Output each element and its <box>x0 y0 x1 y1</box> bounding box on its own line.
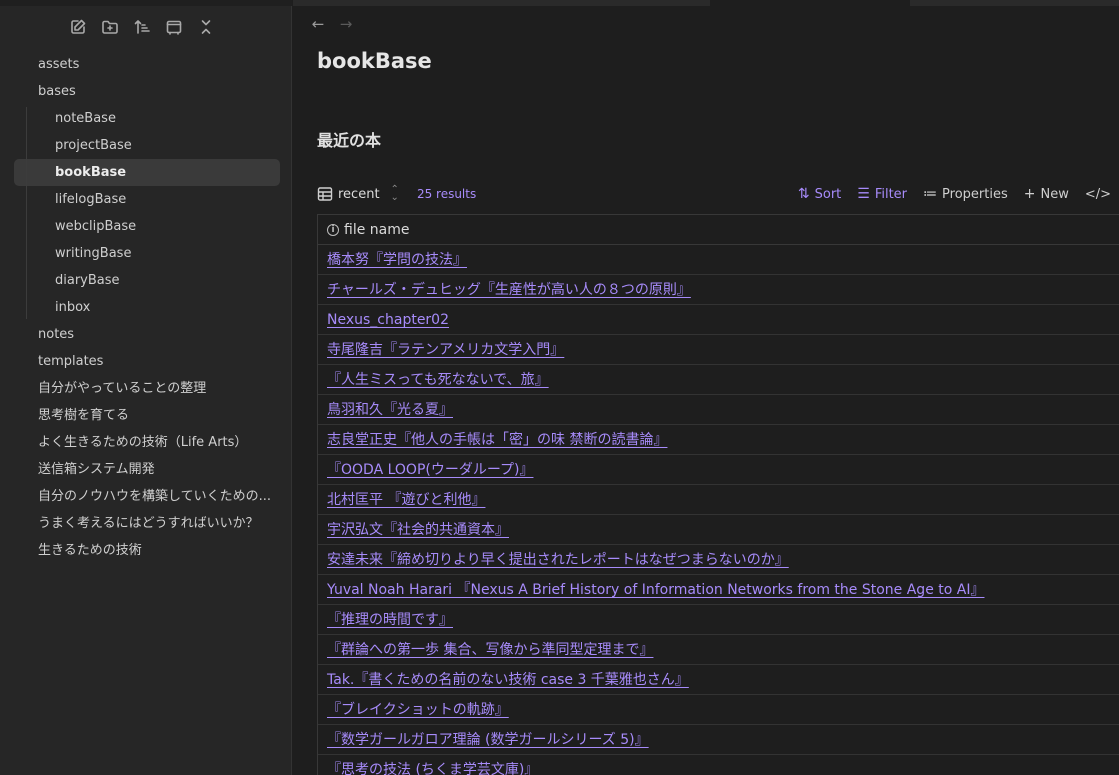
table-row: 鳥羽和久『光る夏』 <box>318 395 1119 425</box>
file-writingbase[interactable]: writingBase <box>14 240 280 267</box>
file-link[interactable]: 『ブレイクショットの軌跡』 <box>327 702 509 718</box>
navigation-buttons: ← → <box>309 14 355 34</box>
file-link[interactable]: Nexus_chapter02 <box>327 312 449 328</box>
results-table: i file name 橋本努『学問の技法』 チャールズ・デュヒッグ『生産性が高… <box>317 214 1119 775</box>
app-window: assets bases noteBase projectBase bookBa… <box>0 0 1119 775</box>
tree-indent-guide <box>26 107 27 319</box>
file-link[interactable]: 『数学ガールガロア理論 (数学ガールシリーズ 5)』 <box>327 732 649 748</box>
forward-arrow-icon[interactable]: → <box>337 14 355 34</box>
back-arrow-icon[interactable]: ← <box>309 14 327 34</box>
code-view-button[interactable]: </> <box>1085 187 1111 202</box>
file-link[interactable]: 北村匡平 『遊びと利他』 <box>327 492 485 508</box>
table-row: Tak.『書くための名前のない技術 case 3 千葉雅也さん』 <box>318 665 1119 695</box>
table-row: 『群論への第一歩 集合、写像から準同型定理まで』 <box>318 635 1119 665</box>
file-link[interactable]: 寺尾隆吉『ラテンアメリカ文学入門』 <box>327 342 564 358</box>
table-row: 『人生ミスっても死なないで、旅』 <box>318 365 1119 395</box>
file-link[interactable]: 鳥羽和久『光る夏』 <box>327 402 453 418</box>
tree-item[interactable]: 思考樹を育てる <box>14 402 280 429</box>
result-count: 25 results <box>416 187 477 201</box>
view-selector[interactable]: recent ⌃ ⌄ <box>317 184 399 203</box>
table-icon <box>317 187 333 201</box>
tree-item[interactable]: 生きるための技術 <box>14 537 280 564</box>
file-lifelogbase[interactable]: lifelogBase <box>14 186 280 213</box>
sort-label: Sort <box>814 186 842 202</box>
base-toolbar-actions: ⇅ Sort ☰ Filter ≔ Properties + New </> <box>798 182 1111 206</box>
column-header-label: file name <box>344 221 410 238</box>
filter-button[interactable]: ☰ Filter <box>857 186 907 202</box>
list-icon: ≔ <box>923 186 938 202</box>
table-row: 『OODA LOOP(ウーダループ)』 <box>318 455 1119 485</box>
new-note-icon[interactable] <box>66 15 90 39</box>
file-tree: assets bases noteBase projectBase bookBa… <box>14 51 280 564</box>
filter-label: Filter <box>874 186 908 202</box>
code-icon: </> <box>1084 186 1111 202</box>
table-row: 『ブレイクショットの軌跡』 <box>318 695 1119 725</box>
folder-templates[interactable]: templates <box>14 348 280 375</box>
file-projectbase[interactable]: projectBase <box>14 132 280 159</box>
folder-assets[interactable]: assets <box>14 51 280 78</box>
sort-button[interactable]: ⇅ Sort <box>798 186 841 202</box>
collapse-view-icon[interactable] <box>162 15 186 39</box>
properties-button[interactable]: ≔ Properties <box>923 186 1008 202</box>
info-icon: i <box>327 223 339 236</box>
tree-item[interactable]: 送信箱システム開発 <box>14 456 280 483</box>
table-row: 志良堂正史『他人の手帳は「密」の味 禁断の読書論』 <box>318 425 1119 455</box>
file-notebase[interactable]: noteBase <box>14 105 280 132</box>
file-link[interactable]: 志良堂正史『他人の手帳は「密」の味 禁断の読書論』 <box>327 432 667 448</box>
table-row: 北村匡平 『遊びと利他』 <box>318 485 1119 515</box>
view-name: recent <box>338 186 380 202</box>
filter-icon: ☰ <box>857 186 870 202</box>
file-link[interactable]: 『推理の時間です』 <box>327 612 453 628</box>
sort-icon[interactable] <box>130 15 154 39</box>
file-webclipbase[interactable]: webclipBase <box>14 213 280 240</box>
base-toolbar: recent ⌃ ⌄ 25 results ⇅ Sort ☰ Filter ≔ P… <box>317 182 1119 206</box>
sidebar-toolbar <box>66 15 218 39</box>
file-link[interactable]: 安達未来『締め切りより早く提出されたレポートはなぜつまらないのか』 <box>327 552 789 568</box>
file-link[interactable]: 宇沢弘文『社会的共通資本』 <box>327 522 509 538</box>
file-link[interactable]: 『OODA LOOP(ウーダループ)』 <box>327 462 533 478</box>
tree-item[interactable]: 自分がやっていることの整理 <box>14 375 280 402</box>
sort-arrows-icon: ⇅ <box>797 186 810 202</box>
table-row: 『推理の時間です』 <box>318 605 1119 635</box>
file-link[interactable]: 『思考の技法 (ちくま学芸文庫)』 <box>327 762 538 775</box>
file-link[interactable]: 『群論への第一歩 集合、写像から準同型定理まで』 <box>327 642 653 658</box>
folder-bases[interactable]: bases <box>14 78 280 105</box>
chevron-updown-icon: ⌃ ⌄ <box>390 184 399 203</box>
main-pane: ← → bookBase 最近の本 recent ⌃ ⌄ 25 results ⇅… <box>293 0 1119 775</box>
page-title: bookBase <box>317 49 432 73</box>
file-inbox[interactable]: inbox <box>14 294 280 321</box>
column-header-file-name[interactable]: i file name <box>318 215 1119 245</box>
table-row: 寺尾隆吉『ラテンアメリカ文学入門』 <box>318 335 1119 365</box>
file-bookbase[interactable]: bookBase <box>14 159 280 186</box>
new-folder-icon[interactable] <box>98 15 122 39</box>
tree-item[interactable]: うまく考えるにはどうすればいいか？ <box>14 510 280 537</box>
table-row: 『数学ガールガロア理論 (数学ガールシリーズ 5)』 <box>318 725 1119 755</box>
table-row: 宇沢弘文『社会的共通資本』 <box>318 515 1119 545</box>
sidebar-top-strip <box>0 0 292 6</box>
file-diarybase[interactable]: diaryBase <box>14 267 280 294</box>
table-row: Yuval Noah Harari 『Nexus A Brief History… <box>318 575 1119 605</box>
properties-label: Properties <box>942 186 1008 202</box>
table-row: チャールズ・デュヒッグ『生産性が高い人の８つの原則』 <box>318 275 1119 305</box>
tree-item[interactable]: 自分のノウハウを構築していくための... <box>14 483 280 510</box>
file-explorer-sidebar: assets bases noteBase projectBase bookBa… <box>0 0 292 775</box>
new-label: New <box>1040 186 1069 202</box>
new-button[interactable]: + New <box>1024 186 1069 202</box>
file-link[interactable]: 『人生ミスっても死なないで、旅』 <box>327 372 549 388</box>
file-link[interactable]: 橋本努『学問の技法』 <box>327 252 467 268</box>
table-row: 橋本努『学問の技法』 <box>318 245 1119 275</box>
tab-strip <box>293 0 1119 6</box>
table-row: Nexus_chapter02 <box>318 305 1119 335</box>
table-row: 『思考の技法 (ちくま学芸文庫)』 <box>318 755 1119 775</box>
collapse-all-icon[interactable] <box>194 15 218 39</box>
plus-icon: + <box>1023 186 1036 202</box>
tree-item[interactable]: よく生きるための技術（Life Arts） <box>14 429 280 456</box>
file-link[interactable]: チャールズ・デュヒッグ『生産性が高い人の８つの原則』 <box>327 282 691 298</box>
bases-children: noteBase projectBase bookBase lifelogBas… <box>14 105 280 321</box>
file-link[interactable]: Tak.『書くための名前のない技術 case 3 千葉雅也さん』 <box>327 672 689 688</box>
section-title: 最近の本 <box>317 131 382 150</box>
file-link[interactable]: Yuval Noah Harari 『Nexus A Brief History… <box>327 582 984 598</box>
folder-notes[interactable]: notes <box>14 321 280 348</box>
table-row: 安達未来『締め切りより早く提出されたレポートはなぜつまらないのか』 <box>318 545 1119 575</box>
